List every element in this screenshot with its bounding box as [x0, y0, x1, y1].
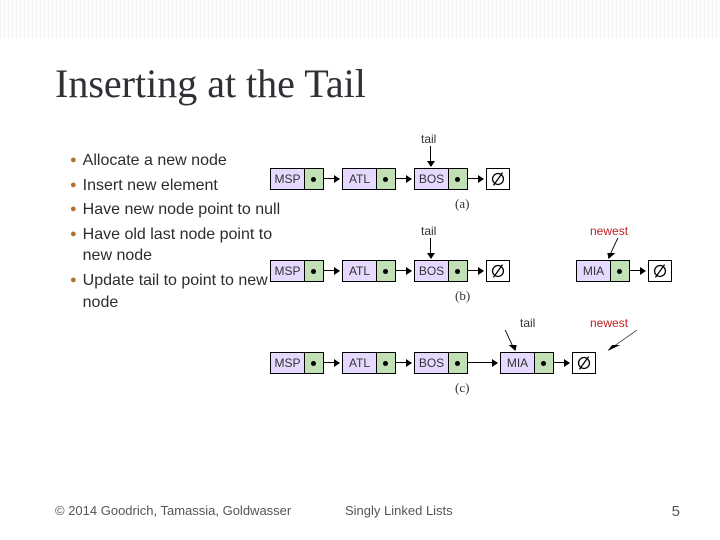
- bullet-dot-icon: ●: [70, 273, 77, 313]
- next-arrow-icon: [395, 270, 411, 271]
- node-pointer-icon: [611, 261, 629, 281]
- page-number: 5: [672, 503, 680, 520]
- copyright-text: © 2014 Goodrich, Tamassia, Goldwasser: [55, 503, 291, 518]
- next-arrow-icon: [553, 362, 569, 363]
- bullet-text: Allocate a new node: [83, 150, 227, 172]
- null-terminator-icon: [648, 260, 672, 282]
- tail-label: tail: [520, 316, 535, 330]
- null-terminator-icon: [486, 168, 510, 190]
- row-caption: (b): [455, 288, 470, 304]
- null-terminator-icon: [572, 352, 596, 374]
- newest-arrow-icon: [608, 238, 619, 258]
- node-pointer-icon: [377, 169, 395, 189]
- list-node: MIA: [576, 260, 630, 282]
- node-pointer-icon: [305, 353, 323, 373]
- list-node: BOS: [414, 168, 468, 190]
- tail-label: tail: [421, 224, 436, 238]
- node-pointer-icon: [305, 169, 323, 189]
- bullet-item: ●Update tail to point to new node: [70, 270, 290, 313]
- node-pointer-icon: [377, 353, 395, 373]
- list-node: BOS: [414, 260, 468, 282]
- node-value: ATL: [343, 353, 377, 373]
- node-pointer-icon: [377, 261, 395, 281]
- slide-footer: © 2014 Goodrich, Tamassia, Goldwasser Si…: [55, 503, 680, 518]
- list-node: ATL: [342, 260, 396, 282]
- node-value: MSP: [271, 261, 305, 281]
- diagram-row-a: tail MSP ATL BOS (a): [270, 140, 710, 232]
- bullet-list: ● Allocate a new node ● Insert new element…: [70, 150, 290, 316]
- node-value: BOS: [415, 169, 449, 189]
- bullet-dot-icon: ●: [70, 178, 77, 197]
- newest-arrow-icon: [608, 330, 638, 350]
- list-node: ATL: [342, 168, 396, 190]
- next-arrow-icon: [323, 362, 339, 363]
- bullet-item: ●Have old last node point to new node: [70, 224, 290, 267]
- next-arrow-icon: [395, 178, 411, 179]
- list-node: MSP: [270, 168, 324, 190]
- tail-arrow-icon: [505, 330, 516, 350]
- bullet-dot-icon: ●: [70, 227, 77, 267]
- diagram-row-c: tail newest MSP ATL BOS MIA (c): [270, 324, 710, 416]
- next-arrow-icon: [467, 362, 497, 363]
- newest-label: newest: [590, 224, 628, 238]
- null-terminator-icon: [486, 260, 510, 282]
- bullet-text: Have old last node point to new node: [83, 224, 290, 267]
- tail-arrow-icon: [430, 238, 431, 258]
- node-value: ATL: [343, 169, 377, 189]
- diagram-row-b: tail newest MSP ATL BOS MIA (b): [270, 232, 710, 324]
- next-arrow-icon: [467, 270, 483, 271]
- list-node: MSP: [270, 352, 324, 374]
- next-arrow-icon: [323, 270, 339, 271]
- slide-top-accent: [0, 0, 720, 38]
- list-node: MIA: [500, 352, 554, 374]
- node-pointer-icon: [449, 353, 467, 373]
- bullet-dot-icon: ●: [70, 153, 77, 172]
- bullet-item: ● Have new node point to null: [70, 199, 290, 221]
- footer-title: Singly Linked Lists: [345, 503, 453, 518]
- node-value: MSP: [271, 353, 305, 373]
- list-node: ATL: [342, 352, 396, 374]
- node-pointer-icon: [535, 353, 553, 373]
- node-value: BOS: [415, 353, 449, 373]
- row-caption: (c): [455, 380, 469, 396]
- list-node: BOS: [414, 352, 468, 374]
- node-value: BOS: [415, 261, 449, 281]
- bullet-item: ● Allocate a new node: [70, 150, 290, 172]
- bullet-text: Insert new element: [83, 175, 218, 197]
- next-arrow-icon: [629, 270, 645, 271]
- node-value: MIA: [577, 261, 611, 281]
- node-value: MIA: [501, 353, 535, 373]
- row-caption: (a): [455, 196, 469, 212]
- node-value: MSP: [271, 169, 305, 189]
- slide-title: Inserting at the Tail: [55, 60, 366, 107]
- bullet-text: Update tail to point to new node: [83, 270, 290, 313]
- tail-arrow-icon: [430, 146, 431, 166]
- next-arrow-icon: [467, 178, 483, 179]
- bullet-item: ● Insert new element: [70, 175, 290, 197]
- newest-label: newest: [590, 316, 628, 330]
- node-pointer-icon: [449, 169, 467, 189]
- linked-list-diagram: tail MSP ATL BOS (a) tail newest MSP ATL…: [270, 140, 710, 416]
- next-arrow-icon: [395, 362, 411, 363]
- next-arrow-icon: [323, 178, 339, 179]
- node-value: ATL: [343, 261, 377, 281]
- list-node: MSP: [270, 260, 324, 282]
- node-pointer-icon: [305, 261, 323, 281]
- tail-label: tail: [421, 132, 436, 146]
- bullet-text: Have new node point to null: [83, 199, 280, 221]
- bullet-dot-icon: ●: [70, 202, 77, 221]
- node-pointer-icon: [449, 261, 467, 281]
